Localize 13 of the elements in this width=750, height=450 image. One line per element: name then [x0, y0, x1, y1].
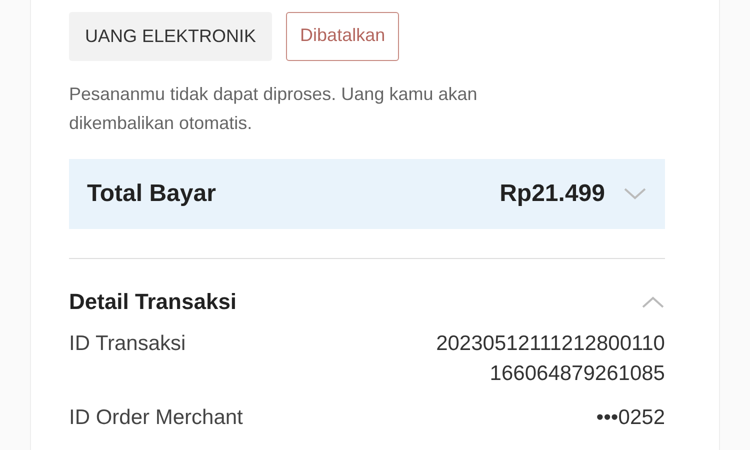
- cancel-message: Pesananmu tidak dapat diproses. Uang kamu akan dikembalikan otomatis.: [69, 83, 478, 135]
- chevron-up-icon[interactable]: [641, 295, 665, 309]
- detail-value: 20230512111212800110 166064879261085: [435, 331, 665, 387]
- detail-value: •••0252: [595, 405, 665, 431]
- chevron-down-icon[interactable]: [623, 187, 647, 201]
- detail-label: ID Order Merchant: [69, 405, 243, 431]
- total-amount: Rp21.499: [500, 180, 605, 208]
- section-title: Detail Transaksi: [69, 289, 237, 315]
- status-badge: Dibatalkan: [286, 12, 400, 61]
- detail-label: ID Transaksi: [69, 331, 186, 357]
- total-label: Total Bayar: [87, 180, 217, 208]
- payment-method-tag: UANG ELEKTRONIK: [69, 12, 272, 61]
- total-panel[interactable]: Total Bayar Rp21.499: [69, 159, 665, 229]
